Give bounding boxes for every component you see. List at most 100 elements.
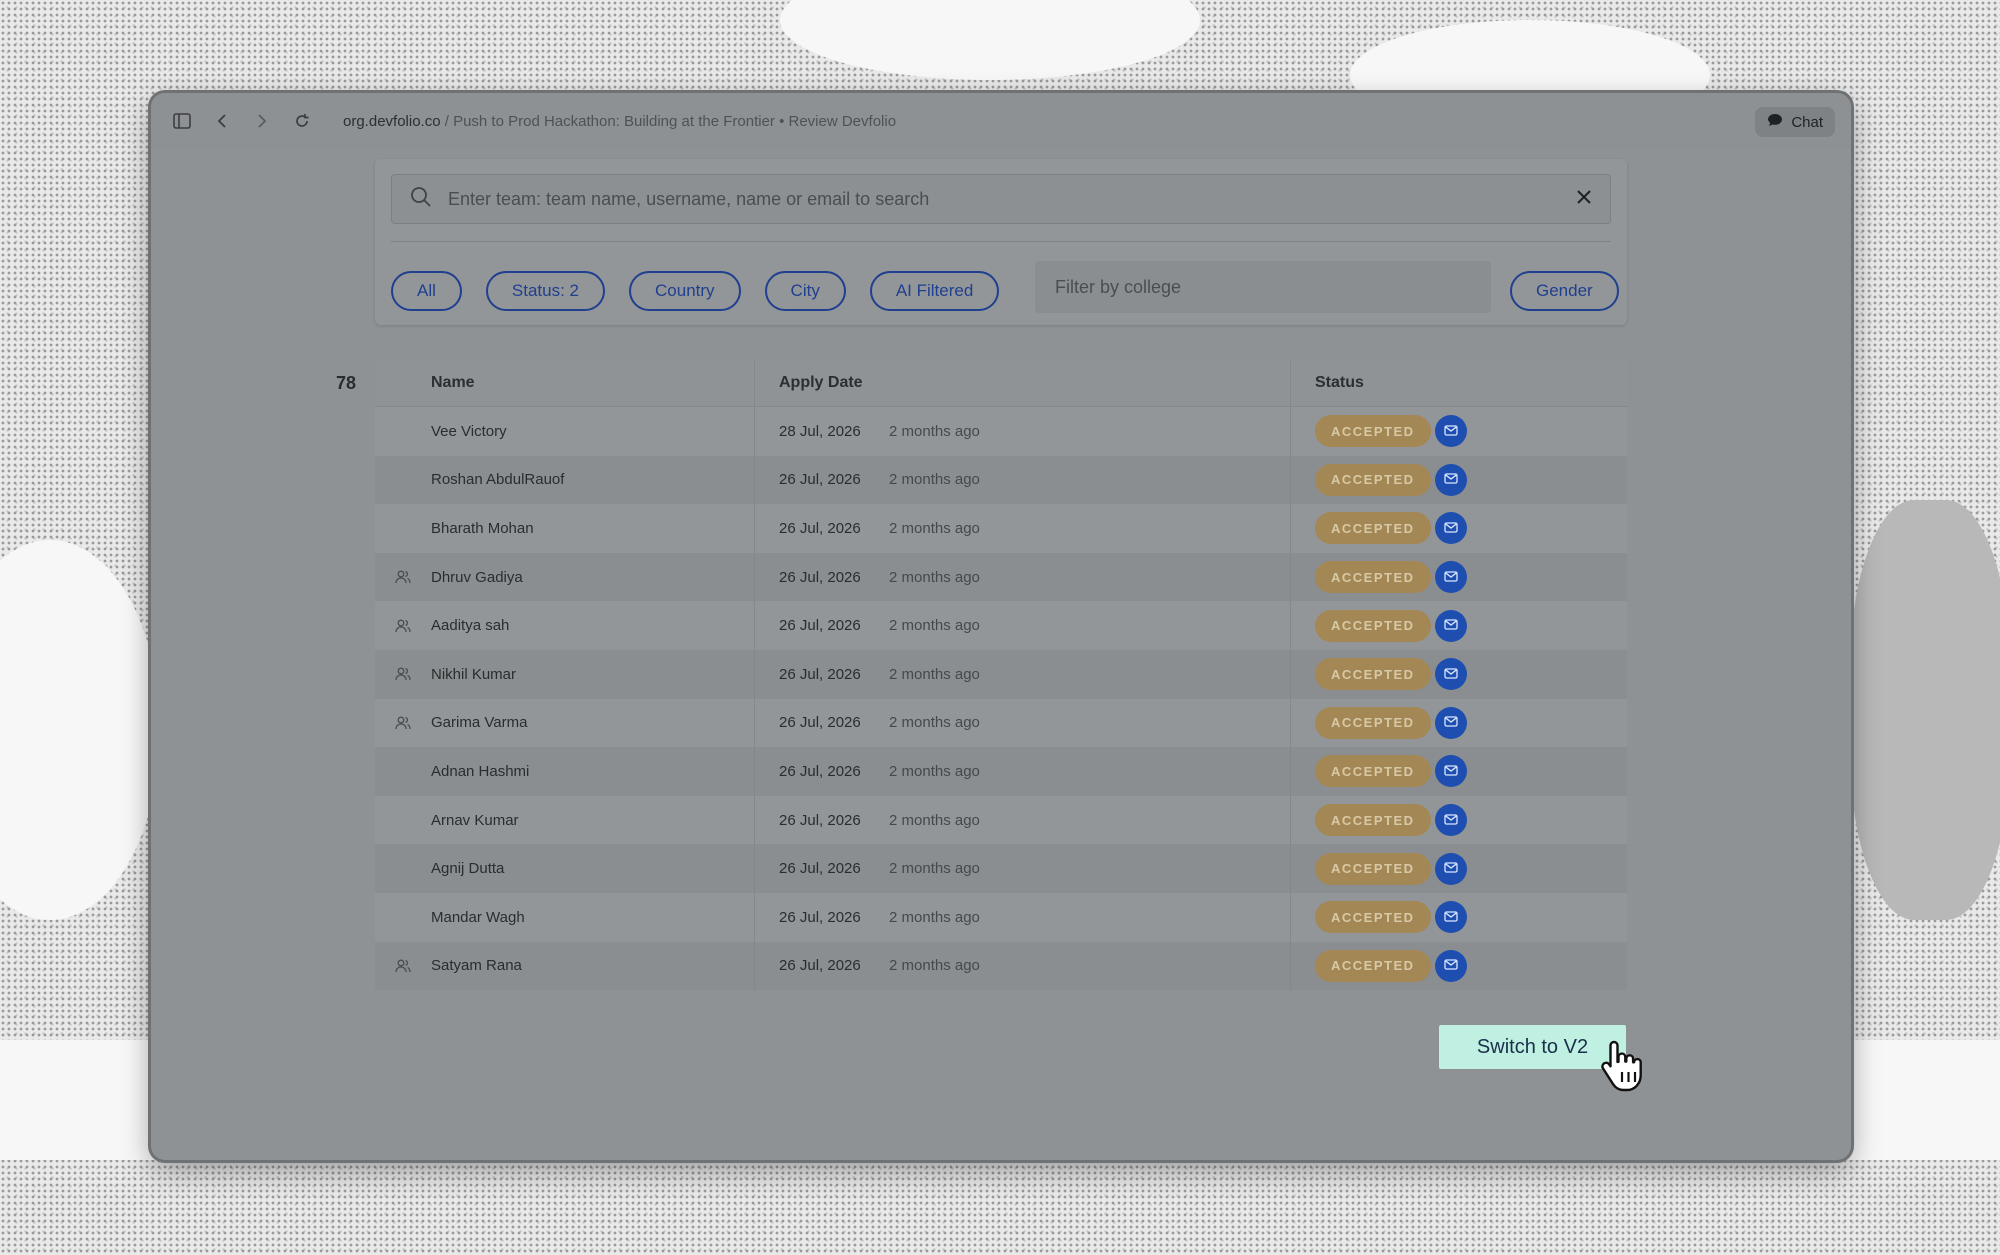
team-icon xyxy=(375,959,431,973)
chat-bubble-icon xyxy=(1767,112,1783,132)
sidebar-toggle-icon[interactable] xyxy=(171,110,193,132)
clear-search-icon[interactable] xyxy=(1576,189,1592,210)
apply-relative-time: 2 months ago xyxy=(889,941,1291,991)
status-badge: ACCEPTED xyxy=(1315,852,1431,885)
forward-icon[interactable] xyxy=(251,110,273,132)
applicant-name[interactable]: Arnav Kumar xyxy=(431,795,755,845)
email-button[interactable] xyxy=(1434,463,1467,496)
apply-date: 26 Jul, 2026 xyxy=(779,860,861,878)
apply-date: 26 Jul, 2026 xyxy=(779,762,861,780)
applicant-name[interactable]: Mandar Wagh xyxy=(431,892,755,942)
search-icon xyxy=(410,186,432,213)
filter-country-button[interactable]: Country xyxy=(629,271,741,311)
table-row[interactable]: Bharath Mohan 26 Jul, 2026 2 months ago ACC… xyxy=(375,504,1627,553)
filter-chips: All Status: 2 Country City AI Filtered xyxy=(391,271,1023,311)
table-body: Vee Victory 28 Jul, 2026 2 months ago ACCEP… xyxy=(375,407,1627,991)
college-filter-input[interactable]: Filter by college xyxy=(1035,261,1491,313)
applicant-name[interactable]: Garima Varma xyxy=(431,698,755,748)
applicant-name[interactable]: Vee Victory xyxy=(431,407,755,456)
status-badge: ACCEPTED xyxy=(1315,949,1431,982)
apply-date: 26 Jul, 2026 xyxy=(779,519,861,537)
email-button[interactable] xyxy=(1434,609,1467,642)
table-row[interactable]: Aaditya sah 26 Jul, 2026 2 months ago ACCEP… xyxy=(375,601,1627,650)
email-button[interactable] xyxy=(1434,949,1467,982)
back-icon[interactable] xyxy=(211,110,233,132)
applicant-name[interactable]: Nikhil Kumar xyxy=(431,649,755,699)
url-path: / Push to Prod Hackathon: Building at th… xyxy=(440,112,897,130)
status-badge: ACCEPTED xyxy=(1315,609,1431,642)
table-row[interactable]: Roshan AbdulRauof 26 Jul, 2026 2 months ag… xyxy=(375,455,1627,505)
applicant-name[interactable]: Aaditya sah xyxy=(431,601,755,650)
switch-to-v2-button[interactable]: Switch to V2 xyxy=(1439,1025,1626,1069)
mail-icon xyxy=(1443,860,1458,877)
filter-city-button[interactable]: City xyxy=(764,271,846,311)
applicants-table: Name Apply Date Status Vee Victory 28 Jul… xyxy=(375,359,1627,991)
email-button[interactable] xyxy=(1434,706,1467,739)
header-apply-date[interactable]: Apply Date xyxy=(755,374,889,392)
background-shape xyxy=(1850,500,2000,920)
apply-date: 28 Jul, 2026 xyxy=(779,422,861,440)
email-button[interactable] xyxy=(1434,901,1467,934)
header-status[interactable]: Status xyxy=(1291,374,1627,392)
table-row[interactable]: Nikhil Kumar 26 Jul, 2026 2 months ago ACCE… xyxy=(375,649,1627,699)
mail-icon xyxy=(1443,812,1458,829)
table-row[interactable]: Agnij Dutta 26 Jul, 2026 2 months ago ACCEP… xyxy=(375,844,1627,893)
filter-all-button[interactable]: All xyxy=(391,271,462,311)
reload-icon[interactable] xyxy=(291,110,313,132)
team-icon xyxy=(375,667,431,681)
email-button[interactable] xyxy=(1434,755,1467,788)
status-badge: ACCEPTED xyxy=(1315,658,1431,691)
browser-toolbar: org.devfolio.co / Push to Prod Hackathon… xyxy=(151,93,1851,149)
apply-relative-time: 2 months ago xyxy=(889,455,1291,505)
search-placeholder: Enter team: team name, username, name or… xyxy=(448,188,930,209)
applicant-name[interactable]: Bharath Mohan xyxy=(431,504,755,553)
email-button[interactable] xyxy=(1434,658,1467,691)
mail-icon xyxy=(1443,569,1458,586)
applicant-name[interactable]: Dhruv Gadiya xyxy=(431,552,755,602)
filter-ai-button[interactable]: AI Filtered xyxy=(869,271,1000,311)
search-input[interactable]: Enter team: team name, username, name or… xyxy=(391,174,1611,224)
apply-date: 26 Jul, 2026 xyxy=(779,568,861,586)
apply-date: 26 Jul, 2026 xyxy=(779,714,861,732)
table-row[interactable]: Arnav Kumar 26 Jul, 2026 2 months ago ACCEP… xyxy=(375,795,1627,845)
table-row[interactable]: Dhruv Gadiya 26 Jul, 2026 2 months ago ACCE… xyxy=(375,552,1627,602)
apply-date: 26 Jul, 2026 xyxy=(779,957,861,975)
table-row[interactable]: Adnan Hashmi 26 Jul, 2026 2 months ago ACCE… xyxy=(375,747,1627,796)
email-button[interactable] xyxy=(1434,804,1467,837)
header-name[interactable]: Name xyxy=(431,359,755,406)
apply-relative-time: 2 months ago xyxy=(889,747,1291,796)
apply-relative-time: 2 months ago xyxy=(889,892,1291,942)
apply-relative-time: 2 months ago xyxy=(889,504,1291,553)
apply-relative-time: 2 months ago xyxy=(889,552,1291,602)
applicant-name[interactable]: Agnij Dutta xyxy=(431,844,755,893)
filter-gender-button[interactable]: Gender xyxy=(1510,271,1619,311)
email-button[interactable] xyxy=(1434,512,1467,545)
status-badge: ACCEPTED xyxy=(1315,512,1431,545)
filter-status-button[interactable]: Status: 2 xyxy=(485,271,606,311)
filter-panel: Enter team: team name, username, name or… xyxy=(375,159,1627,325)
email-button[interactable] xyxy=(1434,415,1467,448)
applicant-name[interactable]: Satyam Rana xyxy=(431,941,755,991)
table-row[interactable]: Garima Varma 26 Jul, 2026 2 months ago ACCE… xyxy=(375,698,1627,748)
applicant-name[interactable]: Roshan AbdulRauof xyxy=(431,455,755,505)
status-cell: ACCEPTED xyxy=(1291,512,1627,545)
mail-icon xyxy=(1443,714,1458,731)
address-bar[interactable]: org.devfolio.co / Push to Prod Hackathon… xyxy=(343,113,896,130)
table-row[interactable]: Satyam Rana 26 Jul, 2026 2 months ago ACCEP… xyxy=(375,941,1627,991)
status-cell: ACCEPTED xyxy=(1291,609,1627,642)
email-button[interactable] xyxy=(1434,852,1467,885)
mail-icon xyxy=(1443,423,1458,440)
status-badge: ACCEPTED xyxy=(1315,561,1431,594)
apply-date: 26 Jul, 2026 xyxy=(779,811,861,829)
mail-icon xyxy=(1443,666,1458,683)
team-icon xyxy=(375,619,431,633)
table-row[interactable]: Vee Victory 28 Jul, 2026 2 months ago ACCEP… xyxy=(375,407,1627,456)
chat-button[interactable]: Chat xyxy=(1755,107,1835,137)
applicant-name[interactable]: Adnan Hashmi xyxy=(431,747,755,796)
table-row[interactable]: Mandar Wagh 26 Jul, 2026 2 months ago ACCEP… xyxy=(375,892,1627,942)
result-count: 78 xyxy=(336,373,357,393)
background-shape xyxy=(0,540,160,920)
email-button[interactable] xyxy=(1434,561,1467,594)
status-cell: ACCEPTED xyxy=(1291,561,1627,594)
divider xyxy=(391,241,1611,242)
